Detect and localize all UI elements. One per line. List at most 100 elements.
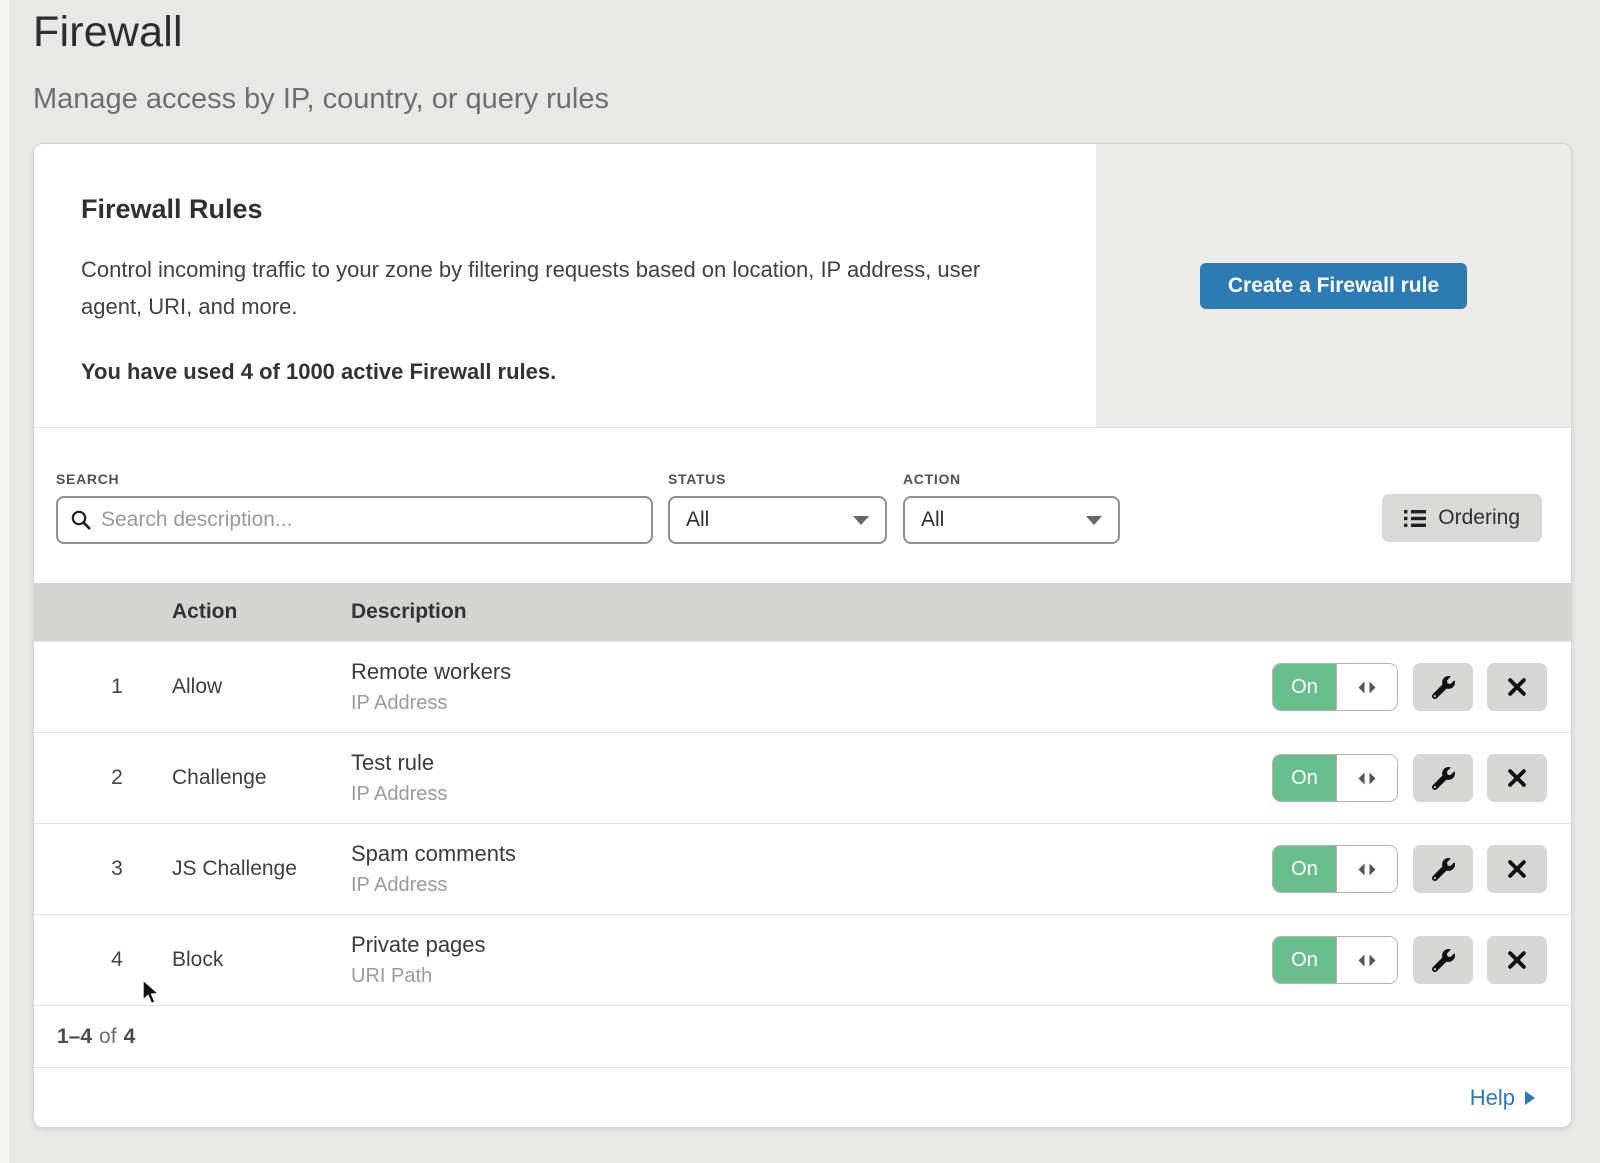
- rule-action: Allow: [172, 675, 351, 699]
- toggle-handle[interactable]: [1337, 664, 1397, 710]
- rule-action: Challenge: [172, 766, 351, 790]
- status-select[interactable]: All: [668, 496, 887, 544]
- action-column-header: Action: [172, 600, 351, 624]
- firewall-rules-card: Firewall Rules Control incoming traffic …: [33, 143, 1572, 1128]
- rule-description-cell: Private pages URI Path: [351, 932, 1272, 988]
- filters-bar: SEARCH STATUS All ACTION All: [34, 428, 1571, 583]
- delete-rule-button[interactable]: [1487, 663, 1547, 711]
- rule-description-cell: Test rule IP Address: [351, 750, 1272, 806]
- toggle-on-label: On: [1273, 755, 1337, 801]
- page-subtitle: Manage access by IP, country, or query r…: [33, 83, 1600, 116]
- rule-match-type: IP Address: [351, 783, 1272, 806]
- left-right-arrows-icon: [1355, 953, 1379, 968]
- status-selected-value: All: [686, 508, 709, 532]
- card-top-section: Firewall Rules Control incoming traffic …: [34, 144, 1571, 428]
- pagination-range: 1–4: [57, 1025, 92, 1049]
- action-selected-value: All: [921, 508, 944, 532]
- edit-rule-button[interactable]: [1413, 936, 1473, 984]
- description-column-header: Description: [351, 600, 1271, 624]
- rule-enabled-toggle[interactable]: On: [1272, 845, 1398, 893]
- help-link-label: Help: [1470, 1085, 1515, 1111]
- card-intro: Firewall Rules Control incoming traffic …: [34, 144, 1096, 427]
- help-link[interactable]: Help: [1470, 1085, 1535, 1111]
- rule-match-type: URI Path: [351, 965, 1272, 988]
- arrow-right-icon: [1525, 1091, 1535, 1105]
- rule-enabled-toggle[interactable]: On: [1272, 936, 1398, 984]
- rule-match-type: IP Address: [351, 692, 1272, 715]
- rule-controls: On: [1272, 754, 1547, 802]
- rule-description-cell: Remote workers IP Address: [351, 659, 1272, 715]
- rules-usage-text: You have used 4 of 1000 active Firewall …: [81, 359, 1036, 385]
- edit-rule-button[interactable]: [1413, 845, 1473, 893]
- delete-rule-button[interactable]: [1487, 936, 1547, 984]
- card-heading: Firewall Rules: [81, 194, 1036, 225]
- rule-action: Block: [172, 948, 351, 972]
- search-filter-group: SEARCH: [56, 471, 653, 544]
- toggle-on-label: On: [1273, 846, 1337, 892]
- left-right-arrows-icon: [1355, 680, 1379, 695]
- card-description: Control incoming traffic to your zone by…: [81, 251, 1026, 325]
- toggle-on-label: On: [1273, 937, 1337, 983]
- table-row: 1 Allow Remote workers IP Address On: [34, 641, 1571, 732]
- toggle-handle[interactable]: [1337, 755, 1397, 801]
- search-icon: [70, 509, 92, 531]
- pagination-total: 4: [124, 1025, 136, 1049]
- rule-enabled-toggle[interactable]: On: [1272, 663, 1398, 711]
- pagination-bar: 1–4 of 4: [34, 1005, 1571, 1067]
- wrench-icon: [1432, 858, 1455, 881]
- x-icon: [1506, 949, 1528, 971]
- left-right-arrows-icon: [1355, 862, 1379, 877]
- action-select[interactable]: All: [903, 496, 1120, 544]
- search-input[interactable]: [101, 508, 639, 532]
- rule-match-type: IP Address: [351, 874, 1272, 897]
- rule-controls: On: [1272, 936, 1547, 984]
- rule-action: JS Challenge: [172, 857, 351, 881]
- chevron-down-icon: [1086, 516, 1102, 525]
- wrench-icon: [1432, 949, 1455, 972]
- help-row: Help: [34, 1067, 1571, 1127]
- wrench-icon: [1432, 767, 1455, 790]
- table-row: 4 Block Private pages URI Path On: [34, 914, 1571, 1005]
- table-row: 3 JS Challenge Spam comments IP Address …: [34, 823, 1571, 914]
- ordering-button[interactable]: Ordering: [1382, 494, 1542, 542]
- action-filter-group: ACTION All: [903, 471, 1120, 544]
- rule-controls: On: [1272, 845, 1547, 893]
- table-row: 2 Challenge Test rule IP Address On: [34, 732, 1571, 823]
- rule-description-cell: Spam comments IP Address: [351, 841, 1272, 897]
- x-icon: [1506, 858, 1528, 880]
- action-label: ACTION: [903, 471, 1120, 487]
- table-header: Action Description: [34, 583, 1571, 641]
- rule-priority: 3: [34, 857, 172, 881]
- rule-priority: 1: [34, 675, 172, 699]
- status-label: STATUS: [668, 471, 887, 487]
- page-title: Firewall: [33, 8, 1600, 57]
- toggle-handle[interactable]: [1337, 846, 1397, 892]
- delete-rule-button[interactable]: [1487, 754, 1547, 802]
- rule-description: Test rule: [351, 750, 1272, 776]
- page-header: Firewall Manage access by IP, country, o…: [0, 0, 1600, 116]
- delete-rule-button[interactable]: [1487, 845, 1547, 893]
- edit-rule-button[interactable]: [1413, 663, 1473, 711]
- wrench-icon: [1432, 676, 1455, 699]
- search-label: SEARCH: [56, 471, 653, 487]
- create-firewall-rule-button[interactable]: Create a Firewall rule: [1200, 263, 1467, 309]
- chevron-down-icon: [853, 516, 869, 525]
- rule-controls: On: [1272, 663, 1547, 711]
- toggle-handle[interactable]: [1337, 937, 1397, 983]
- rule-enabled-toggle[interactable]: On: [1272, 754, 1398, 802]
- x-icon: [1506, 767, 1528, 789]
- search-box[interactable]: [56, 496, 653, 544]
- left-right-arrows-icon: [1355, 771, 1379, 786]
- edit-rule-button[interactable]: [1413, 754, 1473, 802]
- rule-priority: 4: [34, 948, 172, 972]
- rule-description: Private pages: [351, 932, 1272, 958]
- status-filter-group: STATUS All: [668, 471, 887, 544]
- rule-description: Remote workers: [351, 659, 1272, 685]
- rule-priority: 2: [34, 766, 172, 790]
- window-edge: [0, 0, 9, 1163]
- toggle-on-label: On: [1273, 664, 1337, 710]
- x-icon: [1506, 676, 1528, 698]
- rule-description: Spam comments: [351, 841, 1272, 867]
- ordering-button-label: Ordering: [1438, 506, 1520, 530]
- ordered-list-icon: [1404, 510, 1426, 527]
